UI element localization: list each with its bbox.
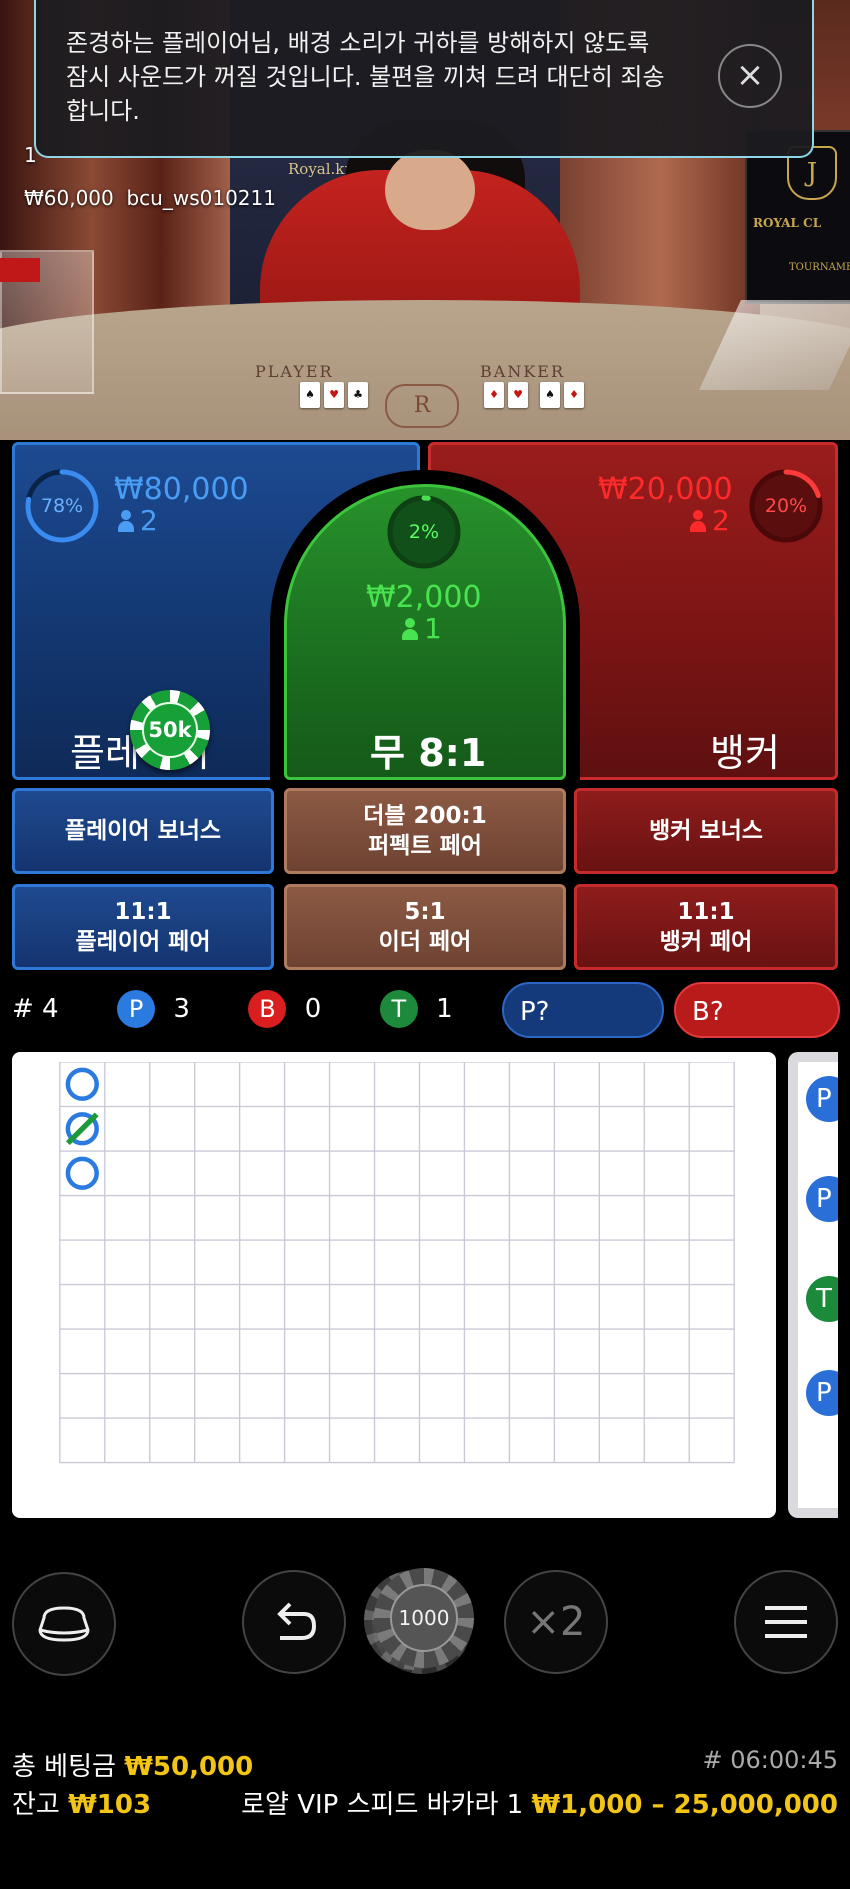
person-icon bbox=[690, 510, 706, 532]
lobby-button[interactable] bbox=[12, 1572, 116, 1676]
player-win-badge: P bbox=[117, 990, 156, 1028]
player-pair-label: 플레이어 페어 bbox=[75, 929, 211, 955]
banker-predict-button[interactable]: B? bbox=[674, 982, 840, 1038]
total-bet-value: ₩50,000 bbox=[124, 1752, 254, 1782]
player-card-2: ♥ bbox=[324, 382, 344, 408]
table-info: ₩60,000 bcu_ws010211 bbox=[24, 186, 276, 210]
menu-button[interactable] bbox=[734, 1570, 838, 1674]
either-pair-odds: 5:1 bbox=[404, 899, 446, 925]
banker-card-4: ♦ bbox=[564, 382, 584, 408]
dealer-face bbox=[385, 150, 475, 230]
banker-bonus-button[interactable]: 뱅커 보너스 bbox=[574, 788, 838, 874]
balance-value: ₩103 bbox=[68, 1790, 152, 1820]
banker-card-1: ♦ bbox=[484, 382, 504, 408]
player-pair-odds: 11:1 bbox=[114, 899, 172, 925]
balance: 잔고 ₩103 bbox=[12, 1784, 151, 1821]
tie-win-badge: T bbox=[379, 990, 418, 1028]
tie-count-value: 1 bbox=[424, 612, 442, 645]
monitor-subtitle: TOURNAME bbox=[789, 262, 850, 273]
perfect-pair-label: 퍼펙트 페어 bbox=[368, 833, 482, 859]
player-card-3: ♣ bbox=[348, 382, 368, 408]
banker-count: 2 bbox=[690, 504, 730, 537]
banker-pair-button[interactable]: 11:1 뱅커 페어 bbox=[574, 884, 838, 970]
table-icon bbox=[38, 1606, 90, 1642]
tie-percent-ring: 2% bbox=[386, 494, 462, 570]
banker-label: 뱅커 bbox=[710, 731, 780, 775]
tie-amount: ₩2,000 bbox=[366, 580, 482, 615]
chip-selector[interactable]: 1000 bbox=[374, 1568, 474, 1668]
shoe-marker bbox=[0, 258, 40, 282]
balance-label: 잔고 bbox=[12, 1790, 60, 1820]
banker-win-badge: B bbox=[248, 990, 287, 1028]
road-grid bbox=[59, 1062, 735, 1464]
tie-win-count: 1 bbox=[436, 994, 453, 1024]
player-win-count: 3 bbox=[173, 994, 190, 1024]
placed-chip: 50k bbox=[130, 690, 210, 770]
selected-chip-value: 1000 bbox=[390, 1584, 458, 1652]
felt-logo: R bbox=[385, 384, 459, 428]
total-bet-label: 총 베팅금 bbox=[12, 1752, 116, 1782]
banker-bonus-label: 뱅커 보너스 bbox=[649, 818, 763, 844]
bead-road bbox=[12, 1052, 776, 1518]
felt-banker-label: BANKER bbox=[480, 362, 565, 381]
round-number: # 4 bbox=[12, 994, 59, 1024]
person-icon bbox=[118, 510, 134, 532]
banker-pair-label: 뱅커 페어 bbox=[659, 929, 753, 955]
banker-card-2: ♥ bbox=[508, 382, 528, 408]
close-icon[interactable]: × bbox=[718, 44, 782, 108]
banker-amount: ₩20,000 bbox=[598, 472, 733, 507]
player-predict-button[interactable]: P? bbox=[502, 982, 664, 1038]
person-icon bbox=[402, 618, 418, 640]
undo-button[interactable] bbox=[242, 1570, 346, 1674]
live-video: Royal.kr J ROYAL CL TOURNAME PLAYER BANK… bbox=[0, 0, 850, 440]
menu-icon bbox=[765, 1606, 807, 1638]
monitor-title: ROYAL CL bbox=[753, 216, 822, 230]
perfect-pair-button[interactable]: 더블 200:1 퍼펙트 페어 bbox=[284, 788, 566, 874]
player-percent: 78% bbox=[40, 495, 84, 517]
tie-percent: 2% bbox=[408, 521, 440, 543]
player-count: 2 bbox=[118, 504, 158, 537]
either-pair-button[interactable]: 5:1 이더 페어 bbox=[284, 884, 566, 970]
table-limits: ₩1,000 – 25,000,000 bbox=[531, 1790, 838, 1820]
tie-label: 무 8:1 bbox=[370, 731, 487, 775]
banker-percent-ring: 20% bbox=[748, 468, 824, 544]
player-bonus-button[interactable]: 플레이어 보너스 bbox=[12, 788, 274, 874]
round-stats: # 4 P 3 B 0 T 1 bbox=[12, 990, 453, 1034]
player-card-1: ♠ bbox=[300, 382, 320, 408]
undo-icon bbox=[277, 1602, 317, 1640]
tie-count: 1 bbox=[402, 612, 442, 645]
double-button[interactable]: ×2 bbox=[504, 1570, 608, 1674]
table-info-footer: 로얄 VIP 스피드 바카라 1 ₩1,000 – 25,000,000 bbox=[241, 1784, 838, 1821]
road-result-P bbox=[65, 1156, 99, 1190]
road-result-P bbox=[65, 1067, 99, 1101]
table-name: 로얄 VIP 스피드 바카라 1 bbox=[241, 1790, 524, 1820]
big-road-preview[interactable]: P P T P bbox=[788, 1052, 838, 1518]
placed-chip-value: 50k bbox=[142, 702, 198, 758]
player-bonus-label: 플레이어 보너스 bbox=[64, 818, 222, 844]
player-count-value: 2 bbox=[140, 504, 158, 537]
felt-player-label: PLAYER bbox=[255, 362, 334, 381]
table-min-bet: ₩60,000 bbox=[24, 186, 114, 210]
sound-notice: 존경하는 플레이어님, 배경 소리가 귀하를 방해하지 않도록 잠시 사운드가 … bbox=[34, 0, 814, 158]
either-pair-label: 이더 페어 bbox=[378, 929, 472, 955]
game-id: # 06:00:45 bbox=[702, 1746, 838, 1774]
perfect-pair-odds: 더블 200:1 bbox=[363, 803, 487, 829]
player-pair-button[interactable]: 11:1 플레이어 페어 bbox=[12, 884, 274, 970]
player-percent-ring: 78% bbox=[24, 468, 100, 544]
banker-percent: 20% bbox=[764, 495, 808, 517]
banker-pair-odds: 11:1 bbox=[677, 899, 735, 925]
banker-card-3: ♠ bbox=[540, 382, 560, 408]
banker-count-value: 2 bbox=[712, 504, 730, 537]
player-amount: ₩80,000 bbox=[114, 472, 249, 507]
table-code: bcu_ws010211 bbox=[126, 186, 276, 210]
banker-win-count: 0 bbox=[304, 994, 322, 1024]
total-bet: 총 베팅금 ₩50,000 bbox=[12, 1746, 253, 1783]
notice-text: 존경하는 플레이어님, 배경 소리가 귀하를 방해하지 않도록 잠시 사운드가 … bbox=[66, 29, 665, 125]
